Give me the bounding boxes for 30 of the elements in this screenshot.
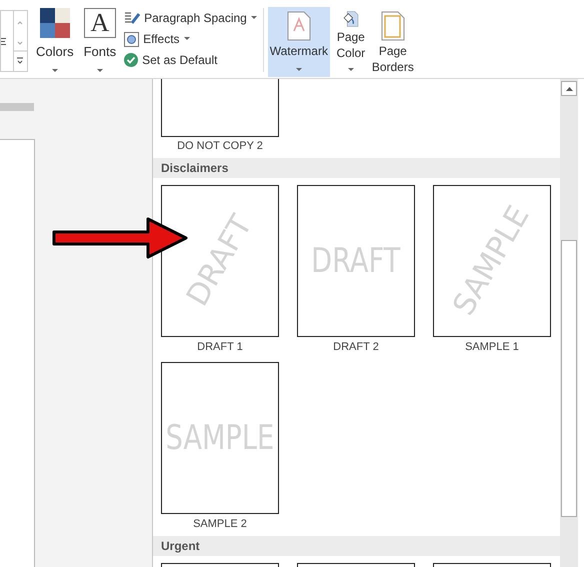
ribbon-button[interactable]: Set as Default — [124, 52, 257, 68]
ribbon-button[interactable]: Page Color — [330, 7, 372, 77]
watermark-thumbnail[interactable] — [161, 79, 279, 137]
style-preview-icon — [1, 38, 6, 44]
ribbon-button[interactable]: Page Borders — [372, 7, 414, 77]
ribbon-button[interactable]: Paragraph Spacing — [124, 10, 257, 26]
ribbon-button[interactable]: A Fonts — [82, 8, 118, 78]
ruler — [0, 103, 34, 111]
watermark-icon — [286, 11, 311, 41]
scroll-up-button[interactable] — [561, 81, 577, 96]
thumbnail-label: SAMPLE 2 — [193, 517, 247, 531]
ribbon-button[interactable]: Colors — [34, 8, 76, 78]
color-swatch-icon — [38, 8, 71, 38]
thumbnail-label: SAMPLE 1 — [465, 340, 519, 354]
thumbnail-label: DRAFT 1 — [197, 340, 243, 354]
thumbnail-label: DO NOT COPY 2 — [177, 139, 263, 153]
page-border-icon — [380, 11, 405, 41]
spacing-icon — [124, 11, 140, 25]
ribbon-button[interactable]: Effects — [124, 31, 257, 47]
scrollbar[interactable] — [560, 79, 578, 567]
check-icon — [124, 53, 138, 67]
section-header: Urgent — [153, 536, 560, 556]
font-icon: A — [84, 8, 116, 38]
up-arrow-icon — [566, 86, 572, 90]
section-header: Disclaimers — [153, 158, 560, 178]
ribbon-button[interactable]: Watermark — [268, 7, 330, 77]
scroll-thumb[interactable] — [561, 240, 577, 517]
scroll-arrows-icon — [13, 11, 27, 71]
thumbnail-label: DRAFT 2 — [333, 340, 379, 354]
effects-icon — [124, 32, 140, 46]
